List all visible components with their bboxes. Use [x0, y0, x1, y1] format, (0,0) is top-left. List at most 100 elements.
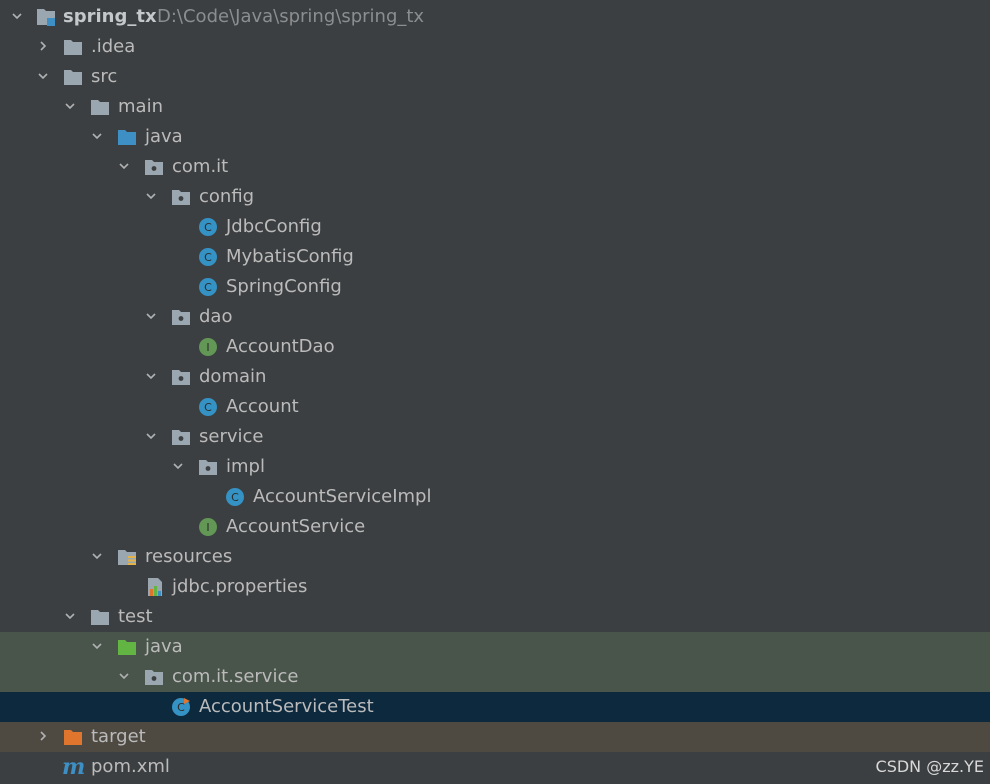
tree-row-test[interactable]: test	[0, 602, 990, 632]
module-folder-icon	[36, 7, 56, 27]
chevron-down-icon[interactable]	[146, 371, 156, 381]
folder-icon	[63, 37, 83, 57]
tree-row-main[interactable]: main	[0, 92, 990, 122]
chevron-right-icon[interactable]	[38, 41, 48, 51]
tree-row-impl[interactable]: impl	[0, 452, 990, 482]
tree-row-mybatis-config[interactable]: C MybatisConfig	[0, 242, 990, 272]
tree-row-account-service-test[interactable]: C AccountServiceTest	[0, 692, 990, 722]
chevron-down-icon[interactable]	[146, 311, 156, 321]
tree-row-spring-config[interactable]: C SpringConfig	[0, 272, 990, 302]
tree-label-account-dao: AccountDao	[226, 336, 335, 357]
maven-icon: m	[62, 754, 86, 780]
package-icon	[171, 187, 191, 207]
tree-label-dao: dao	[199, 306, 233, 327]
tree-row-domain[interactable]: domain	[0, 362, 990, 392]
tree-label-com-it-service: com.it.service	[172, 666, 299, 687]
class-icon: C	[199, 248, 217, 266]
tree-label-account-service-impl: AccountServiceImpl	[253, 486, 432, 507]
tree-label-account: Account	[226, 396, 299, 417]
class-icon: C	[199, 278, 217, 296]
project-name: spring_tx	[63, 6, 157, 27]
tree-label-config: config	[199, 186, 255, 207]
tree-label-test-java: java	[145, 636, 183, 657]
tree-label-account-service-test: AccountServiceTest	[199, 696, 374, 717]
chevron-down-icon[interactable]	[92, 551, 102, 561]
watermark: CSDN @zz.YE	[875, 757, 984, 776]
tree-label-main-java: java	[145, 126, 183, 147]
tree-label-target: target	[91, 726, 146, 747]
tree-label-account-service: AccountService	[226, 516, 366, 537]
svg-text:C: C	[204, 281, 212, 294]
chevron-down-icon[interactable]	[65, 101, 75, 111]
chevron-down-icon[interactable]	[119, 161, 129, 171]
tree-label-resources: resources	[145, 546, 233, 567]
tree-row-account-service-impl[interactable]: C AccountServiceImpl	[0, 482, 990, 512]
svg-text:C: C	[204, 251, 212, 264]
package-icon	[198, 457, 218, 477]
tree-row-service[interactable]: service	[0, 422, 990, 452]
source-folder-icon	[117, 127, 137, 147]
chevron-down-icon[interactable]	[12, 11, 22, 21]
tree-label-src: src	[91, 66, 118, 87]
tree-label-mybatis-config: MybatisConfig	[226, 246, 354, 267]
package-icon	[144, 667, 164, 687]
tree-row-com-it-service[interactable]: com.it.service	[0, 662, 990, 692]
tree-label-spring-config: SpringConfig	[226, 276, 342, 297]
package-icon	[171, 307, 191, 327]
excluded-folder-icon	[63, 727, 83, 747]
tree-label-domain: domain	[199, 366, 267, 387]
folder-icon	[90, 97, 110, 117]
tree-label-main: main	[118, 96, 163, 117]
tree-label-jdbc-properties: jdbc.properties	[172, 576, 308, 597]
svg-text:C: C	[231, 491, 239, 504]
tree-label-jdbc-config: JdbcConfig	[226, 216, 322, 237]
tree-label-com-it: com.it	[172, 156, 229, 177]
tree-label-service: service	[199, 426, 264, 447]
svg-text:C: C	[204, 401, 212, 414]
tree-row-test-java[interactable]: java	[0, 632, 990, 662]
tree-row-resources[interactable]: resources	[0, 542, 990, 572]
tree-row-spring-tx[interactable]: spring_tx D:\Code\Java\spring\spring_tx	[0, 2, 990, 32]
tree-row-src[interactable]: src	[0, 62, 990, 92]
chevron-down-icon[interactable]	[173, 461, 183, 471]
tree-label-test: test	[118, 606, 153, 627]
tree-row-jdbc-properties[interactable]: jdbc.properties	[0, 572, 990, 602]
test-class-icon: C	[172, 698, 190, 716]
interface-icon: I	[199, 518, 217, 536]
tree-row-account-dao[interactable]: I AccountDao	[0, 332, 990, 362]
tree-label-idea: .idea	[91, 36, 136, 57]
tree-row-com-it[interactable]: com.it	[0, 152, 990, 182]
tree-row-idea[interactable]: .idea	[0, 32, 990, 62]
chevron-right-icon[interactable]	[38, 731, 48, 741]
chevron-down-icon[interactable]	[146, 431, 156, 441]
chevron-down-icon[interactable]	[65, 611, 75, 621]
class-icon: C	[226, 488, 244, 506]
svg-text:I: I	[206, 521, 209, 534]
chevron-down-icon[interactable]	[119, 671, 129, 681]
tree-row-account[interactable]: C Account	[0, 392, 990, 422]
svg-text:C: C	[204, 221, 212, 234]
chevron-down-icon[interactable]	[92, 131, 102, 141]
chevron-down-icon[interactable]	[146, 191, 156, 201]
tree-row-jdbc-config[interactable]: C JdbcConfig	[0, 212, 990, 242]
project-tree: spring_tx D:\Code\Java\spring\spring_tx …	[0, 0, 990, 784]
tree-row-target[interactable]: target	[0, 722, 990, 752]
resources-folder-icon	[117, 547, 137, 567]
tree-row-config[interactable]: config	[0, 182, 990, 212]
properties-file-icon	[145, 577, 165, 597]
chevron-down-icon[interactable]	[92, 641, 102, 651]
package-icon	[144, 157, 164, 177]
svg-text:C: C	[177, 701, 185, 714]
tree-row-account-service[interactable]: I AccountService	[0, 512, 990, 542]
chevron-down-icon[interactable]	[38, 71, 48, 81]
package-icon	[171, 367, 191, 387]
package-icon	[171, 427, 191, 447]
folder-icon	[63, 67, 83, 87]
folder-icon	[90, 607, 110, 627]
class-icon: C	[199, 398, 217, 416]
tree-label-impl: impl	[226, 456, 265, 477]
tree-row-pom[interactable]: m pom.xml	[0, 752, 990, 782]
tree-row-main-java[interactable]: java	[0, 122, 990, 152]
svg-text:I: I	[206, 341, 209, 354]
tree-row-dao[interactable]: dao	[0, 302, 990, 332]
